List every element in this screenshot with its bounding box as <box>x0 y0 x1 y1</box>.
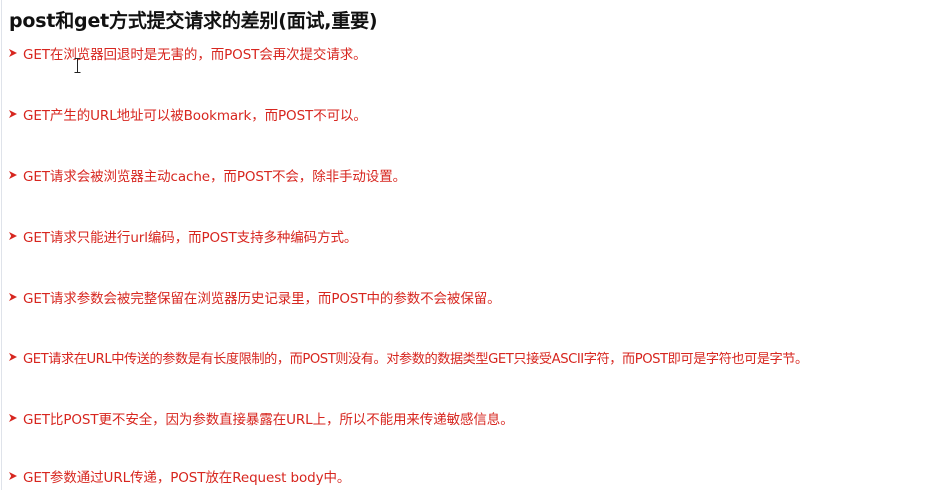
arrow-bullet-icon <box>8 471 18 481</box>
bullet-text: GET请求只能进行url编码，而POST支持多种编码方式。 <box>23 230 358 246</box>
bullet-text: GET参数通过URL传递，POST放在Request body中。 <box>23 470 351 486</box>
page-title: post和get方式提交请求的差别(面试,重要) <box>9 10 378 32</box>
left-border-line <box>1 0 2 490</box>
arrow-bullet-icon <box>8 231 18 241</box>
bullet-item: GET参数通过URL传递，POST放在Request body中。 <box>8 465 350 487</box>
arrow-bullet-icon <box>8 170 18 180</box>
bullet-text: GET请求会被浏览器主动cache，而POST不会，除非手动设置。 <box>23 169 406 185</box>
bullet-text: GET请求在URL中传送的参数是有长度限制的，而POST则没有。对参数的数据类型… <box>23 351 808 367</box>
bullet-text: GET产生的URL地址可以被Bookmark，而POST不可以。 <box>23 108 367 124</box>
bullet-item: GET请求在URL中传送的参数是有长度限制的，而POST则没有。对参数的数据类型… <box>8 346 808 368</box>
bullet-text: GET比POST更不安全，因为参数直接暴露在URL上，所以不能用来传递敏感信息。 <box>23 412 514 428</box>
bullet-item: GET请求参数会被完整保留在浏览器历史记录里，而POST中的参数不会被保留。 <box>8 286 501 308</box>
bullet-text: GET请求参数会被完整保留在浏览器历史记录里，而POST中的参数不会被保留。 <box>23 291 501 307</box>
arrow-bullet-icon <box>8 352 18 362</box>
bullet-item: GET请求只能进行url编码，而POST支持多种编码方式。 <box>8 225 357 247</box>
bullet-item: GET在浏览器回退时是无害的，而POST会再次提交请求。 <box>8 42 367 64</box>
text-cursor-icon <box>74 58 81 73</box>
arrow-bullet-icon <box>8 413 18 423</box>
arrow-bullet-icon <box>8 109 18 119</box>
bullet-item: GET请求会被浏览器主动cache，而POST不会，除非手动设置。 <box>8 164 406 186</box>
bullet-item: GET产生的URL地址可以被Bookmark，而POST不可以。 <box>8 103 367 125</box>
arrow-bullet-icon <box>8 292 18 302</box>
bullet-item: GET比POST更不安全，因为参数直接暴露在URL上，所以不能用来传递敏感信息。 <box>8 407 514 429</box>
arrow-bullet-icon <box>8 48 18 58</box>
